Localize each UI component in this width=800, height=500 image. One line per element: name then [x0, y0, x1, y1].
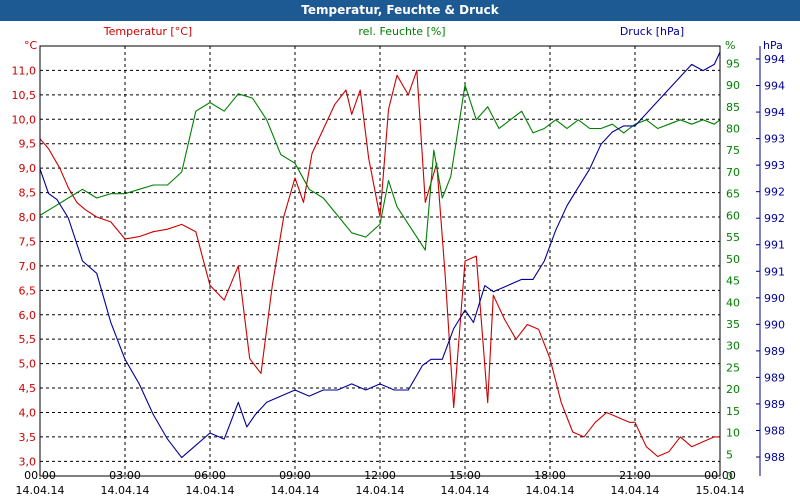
x-tick-date: 14.04.14: [271, 484, 320, 497]
x-tick-time: 21:00: [619, 469, 651, 482]
pressure-tick-label: 990: [764, 318, 785, 331]
pressure-tick-label: 992: [764, 186, 785, 199]
temperature-tick-label: 5,5: [19, 333, 37, 346]
plot-area: [40, 46, 720, 476]
pressure-tick-label: 989: [764, 371, 785, 384]
pressure-tick-label: 988: [764, 424, 785, 437]
x-tick-time: 18:00: [534, 469, 566, 482]
temperature-tick-label: 8,5: [19, 187, 37, 200]
temperature-tick-label: 3,5: [19, 431, 37, 444]
pressure-tick-label: 993: [764, 159, 785, 172]
x-tick-date: 14.04.14: [526, 484, 575, 497]
x-tick-date: 14.04.14: [16, 484, 65, 497]
humidity-tick-label: 5: [726, 448, 733, 461]
x-tick-date: 14.04.14: [101, 484, 150, 497]
temperature-tick-label: 5,0: [19, 358, 37, 371]
pressure-axis-label: Druck [hPa]: [620, 25, 684, 38]
pressure-tick-label: 992: [764, 212, 785, 225]
temperature-tick-label: 6,0: [19, 309, 37, 322]
temperature-tick-label: 9,0: [19, 162, 37, 175]
temperature-tick-label: 9,5: [19, 138, 37, 151]
temperature-tick-label: 11,0: [12, 64, 37, 77]
x-tick-date: 14.04.14: [186, 484, 235, 497]
humidity-tick-label: 10: [726, 427, 740, 440]
humidity-tick-label: 75: [726, 144, 740, 157]
pressure-tick-label: 994: [764, 53, 785, 66]
humidity-axis-label: rel. Feuchte [%]: [358, 25, 445, 38]
humidity-tick-label: 55: [726, 231, 740, 244]
humidity-unit: %: [725, 39, 735, 52]
x-tick-time: 00:00: [24, 469, 56, 482]
pressure-tick-label: 989: [764, 398, 785, 411]
temperature-axis-label: Temperatur [°C]: [103, 25, 192, 38]
x-tick-time: 03:00: [109, 469, 141, 482]
temperature-tick-label: 8,0: [19, 211, 37, 224]
temperature-tick-label: 7,5: [19, 235, 37, 248]
pressure-unit: hPa: [763, 39, 783, 52]
temperature-tick-label: 10,5: [12, 89, 37, 102]
pressure-tick-label: 989: [764, 345, 785, 358]
x-tick-date: 14.04.14: [611, 484, 660, 497]
pressure-tick-label: 991: [764, 265, 785, 278]
humidity-tick-label: 0: [726, 470, 733, 483]
x-tick-time: 12:00: [364, 469, 396, 482]
x-tick-date: 14.04.14: [356, 484, 405, 497]
x-tick-time: 15:00: [449, 469, 481, 482]
pressure-tick-label: 993: [764, 133, 785, 146]
humidity-tick-label: 20: [726, 383, 740, 396]
x-tick-date: 15.04.14: [696, 484, 745, 497]
x-tick-time: 09:00: [279, 469, 311, 482]
humidity-tick-label: 50: [726, 253, 740, 266]
humidity-tick-label: 15: [726, 405, 740, 418]
temperature-tick-label: 4,0: [19, 406, 37, 419]
pressure-tick-label: 988: [764, 451, 785, 464]
temperature-tick-label: 7,0: [19, 260, 37, 273]
pressure-tick-label: 994: [764, 80, 785, 93]
humidity-tick-label: 25: [726, 361, 740, 374]
x-tick-date: 14.04.14: [441, 484, 490, 497]
humidity-tick-label: 60: [726, 209, 740, 222]
pressure-tick-label: 991: [764, 239, 785, 252]
temperature-unit: °C: [24, 39, 38, 52]
humidity-tick-label: 80: [726, 123, 740, 136]
window-title: Temperatur, Feuchte & Druck: [0, 0, 800, 21]
humidity-tick-label: 30: [726, 340, 740, 353]
humidity-tick-label: 40: [726, 296, 740, 309]
temperature-tick-label: 3,0: [19, 455, 37, 468]
humidity-tick-label: 35: [726, 318, 740, 331]
line-chart: 00:00 14.04.14 03:00 14.04.14 06:00 14.04.14 0…: [12, 25, 786, 497]
pressure-tick-label: 994: [764, 106, 785, 119]
chart-window: Temperatur, Feuchte & Druck 00:00 14.04.1…: [0, 0, 800, 500]
x-tick-time: 06:00: [194, 469, 226, 482]
temperature-tick-label: 4,5: [19, 382, 37, 395]
temperature-tick-label: 10,0: [12, 113, 37, 126]
humidity-tick-label: 45: [726, 275, 740, 288]
humidity-tick-label: 65: [726, 188, 740, 201]
humidity-tick-label: 70: [726, 166, 740, 179]
humidity-tick-label: 85: [726, 101, 740, 114]
humidity-tick-label: 95: [726, 57, 740, 70]
pressure-tick-label: 990: [764, 292, 785, 305]
temperature-tick-label: 6,5: [19, 284, 37, 297]
humidity-tick-label: 90: [726, 79, 740, 92]
